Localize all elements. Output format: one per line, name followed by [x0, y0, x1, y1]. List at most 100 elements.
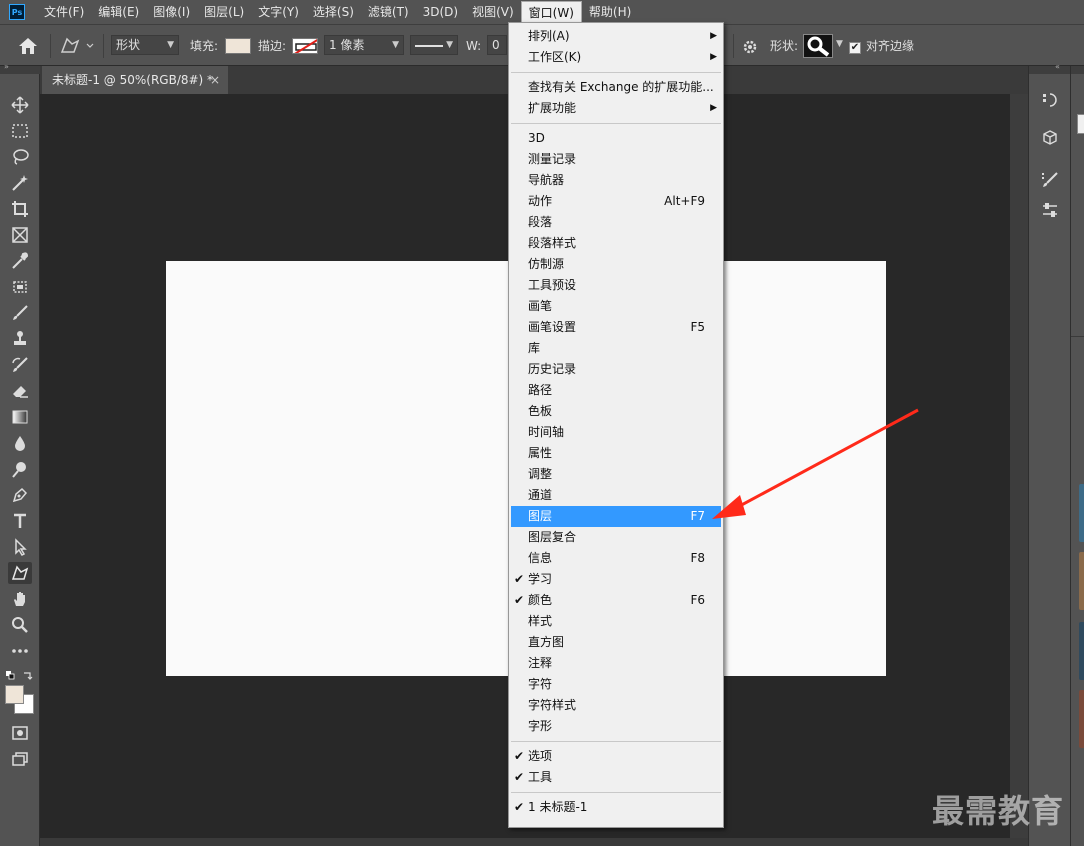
tool-preset-picker[interactable] — [58, 35, 98, 57]
menu-option[interactable]: 字形 — [511, 716, 721, 737]
blur-tool[interactable] — [8, 432, 32, 454]
menu-option[interactable]: 通道 — [511, 485, 721, 506]
zoom-tool[interactable] — [8, 614, 32, 636]
home-icon[interactable] — [18, 37, 38, 55]
menu-item[interactable]: 3D(D) — [416, 1, 465, 23]
learn-thumbnail[interactable] — [1079, 622, 1084, 680]
menu-item[interactable]: 图层(L) — [197, 1, 251, 23]
menu-option[interactable]: 3D — [511, 128, 721, 149]
menu-item[interactable]: 图像(I) — [146, 1, 197, 23]
menu-option[interactable]: 测量记录 — [511, 149, 721, 170]
gradient-tool[interactable] — [8, 406, 32, 428]
menu-option[interactable]: ✔ 工具 — [511, 767, 721, 788]
width-input[interactable]: 0 像 — [487, 35, 507, 55]
edit-toolbar-button[interactable] — [8, 640, 32, 662]
double-chevron-left-icon[interactable]: « — [1055, 62, 1060, 71]
magic-wand-tool[interactable] — [8, 172, 32, 194]
gear-icon[interactable] — [742, 39, 758, 55]
menu-item[interactable]: 文件(F) — [37, 1, 91, 23]
history-brush-tool[interactable] — [8, 354, 32, 376]
brush-panel-button[interactable] — [1039, 170, 1061, 190]
menu-option[interactable]: 画笔设置 F5 — [511, 317, 721, 338]
menu-option[interactable]: 路径 — [511, 380, 721, 401]
hand-tool[interactable] — [8, 588, 32, 610]
fill-swatch[interactable] — [225, 38, 251, 54]
menu-option[interactable]: 图层 F7 — [511, 506, 721, 527]
menu-option[interactable]: 图层复合 — [511, 527, 721, 548]
foreground-color-swatch[interactable] — [5, 685, 24, 704]
menu-option[interactable]: 信息 F8 — [511, 548, 721, 569]
menu-option[interactable]: 色板 — [511, 401, 721, 422]
double-chevron-right-icon[interactable]: » — [4, 62, 9, 71]
menu-option[interactable]: 仿制源 — [511, 254, 721, 275]
pen-tool[interactable] — [8, 484, 32, 506]
menu-option[interactable]: 工作区(K) ▶ — [511, 47, 721, 68]
menu-option[interactable]: 动作 Alt+F9 — [511, 191, 721, 212]
clone-stamp-tool[interactable] — [8, 328, 32, 350]
menu-option[interactable]: 画笔 — [511, 296, 721, 317]
frame-tool[interactable] — [8, 224, 32, 246]
history-panel-button[interactable] — [1039, 90, 1061, 110]
eraser-tool[interactable] — [8, 380, 32, 402]
menu-item[interactable]: 滤镜(T) — [361, 1, 416, 23]
custom-shape-tool[interactable] — [8, 562, 32, 584]
menu-option[interactable]: 直方图 — [511, 632, 721, 653]
3d-panel-button[interactable] — [1039, 128, 1061, 148]
eyedropper-tool[interactable] — [8, 250, 32, 272]
menu-option[interactable]: 注释 — [511, 653, 721, 674]
panels-collapse-strip[interactable] — [1071, 66, 1084, 74]
menu-option[interactable]: 历史记录 — [511, 359, 721, 380]
menu-option[interactable]: 排列(A) ▶ — [511, 26, 721, 47]
default-colors-controls[interactable] — [6, 670, 36, 682]
healing-brush-tool[interactable] — [8, 276, 32, 298]
brush-tool[interactable] — [8, 302, 32, 324]
lasso-tool[interactable] — [8, 146, 32, 168]
menu-option[interactable]: 查找有关 Exchange 的扩展功能... — [511, 77, 721, 98]
shape-picker[interactable] — [803, 34, 833, 58]
dock-collapse-strip[interactable]: « — [1029, 62, 1070, 74]
panel-field[interactable] — [1077, 114, 1084, 134]
move-tool[interactable] — [8, 94, 32, 116]
menu-item[interactable]: 选择(S) — [306, 1, 361, 23]
close-icon[interactable]: × — [210, 66, 220, 94]
vertical-scrollbar[interactable] — [1010, 94, 1028, 846]
dodge-tool[interactable] — [8, 458, 32, 480]
menu-item[interactable]: 文字(Y) — [251, 1, 306, 23]
type-tool[interactable] — [8, 510, 32, 532]
menu-option[interactable]: ✔ 颜色 F6 — [511, 590, 721, 611]
menu-option[interactable]: 调整 — [511, 464, 721, 485]
mode-dropdown[interactable]: 形状 ▼ — [111, 35, 179, 55]
learn-thumbnail[interactable] — [1079, 552, 1084, 610]
menu-option[interactable]: ✔ 学习 — [511, 569, 721, 590]
menu-option[interactable]: 库 — [511, 338, 721, 359]
document-tab[interactable]: 未标题-1 @ 50%(RGB/8#) * × — [42, 66, 228, 94]
crop-tool[interactable] — [8, 198, 32, 220]
menu-item[interactable]: 窗口(W) — [520, 1, 582, 23]
horizontal-scrollbar[interactable] — [40, 838, 1028, 846]
learn-thumbnail[interactable] — [1079, 690, 1084, 748]
path-selection-tool[interactable] — [8, 536, 32, 558]
menu-option[interactable]: 扩展功能 ▶ — [511, 98, 721, 119]
stroke-swatch[interactable] — [292, 38, 318, 54]
menu-option[interactable]: 时间轴 — [511, 422, 721, 443]
quick-mask-button[interactable] — [8, 722, 32, 744]
menu-option[interactable]: 字符 — [511, 674, 721, 695]
menu-option[interactable]: ✔ 1 未标题-1 — [511, 797, 721, 818]
menu-option[interactable]: ✔ 选项 — [511, 746, 721, 767]
toolbar-collapse-strip[interactable]: » — [0, 62, 40, 74]
chevron-down-icon[interactable]: ▼ — [836, 39, 843, 49]
learn-thumbnail[interactable] — [1079, 484, 1084, 542]
menu-option[interactable]: 字符样式 — [511, 695, 721, 716]
align-edges-checkbox[interactable]: ✔ — [849, 42, 861, 54]
menu-option[interactable]: 工具预设 — [511, 275, 721, 296]
screen-mode-button[interactable] — [8, 748, 32, 770]
menu-option[interactable]: 段落 — [511, 212, 721, 233]
marquee-tool[interactable] — [8, 120, 32, 142]
properties-panel-button[interactable] — [1039, 200, 1061, 220]
menu-option[interactable]: 样式 — [511, 611, 721, 632]
stroke-width-dropdown[interactable]: 1 像素 ▼ — [324, 35, 404, 55]
menu-item[interactable]: 编辑(E) — [91, 1, 146, 23]
menu-option[interactable]: 属性 — [511, 443, 721, 464]
menu-item[interactable]: 帮助(H) — [582, 1, 638, 23]
menu-option[interactable]: 段落样式 — [511, 233, 721, 254]
